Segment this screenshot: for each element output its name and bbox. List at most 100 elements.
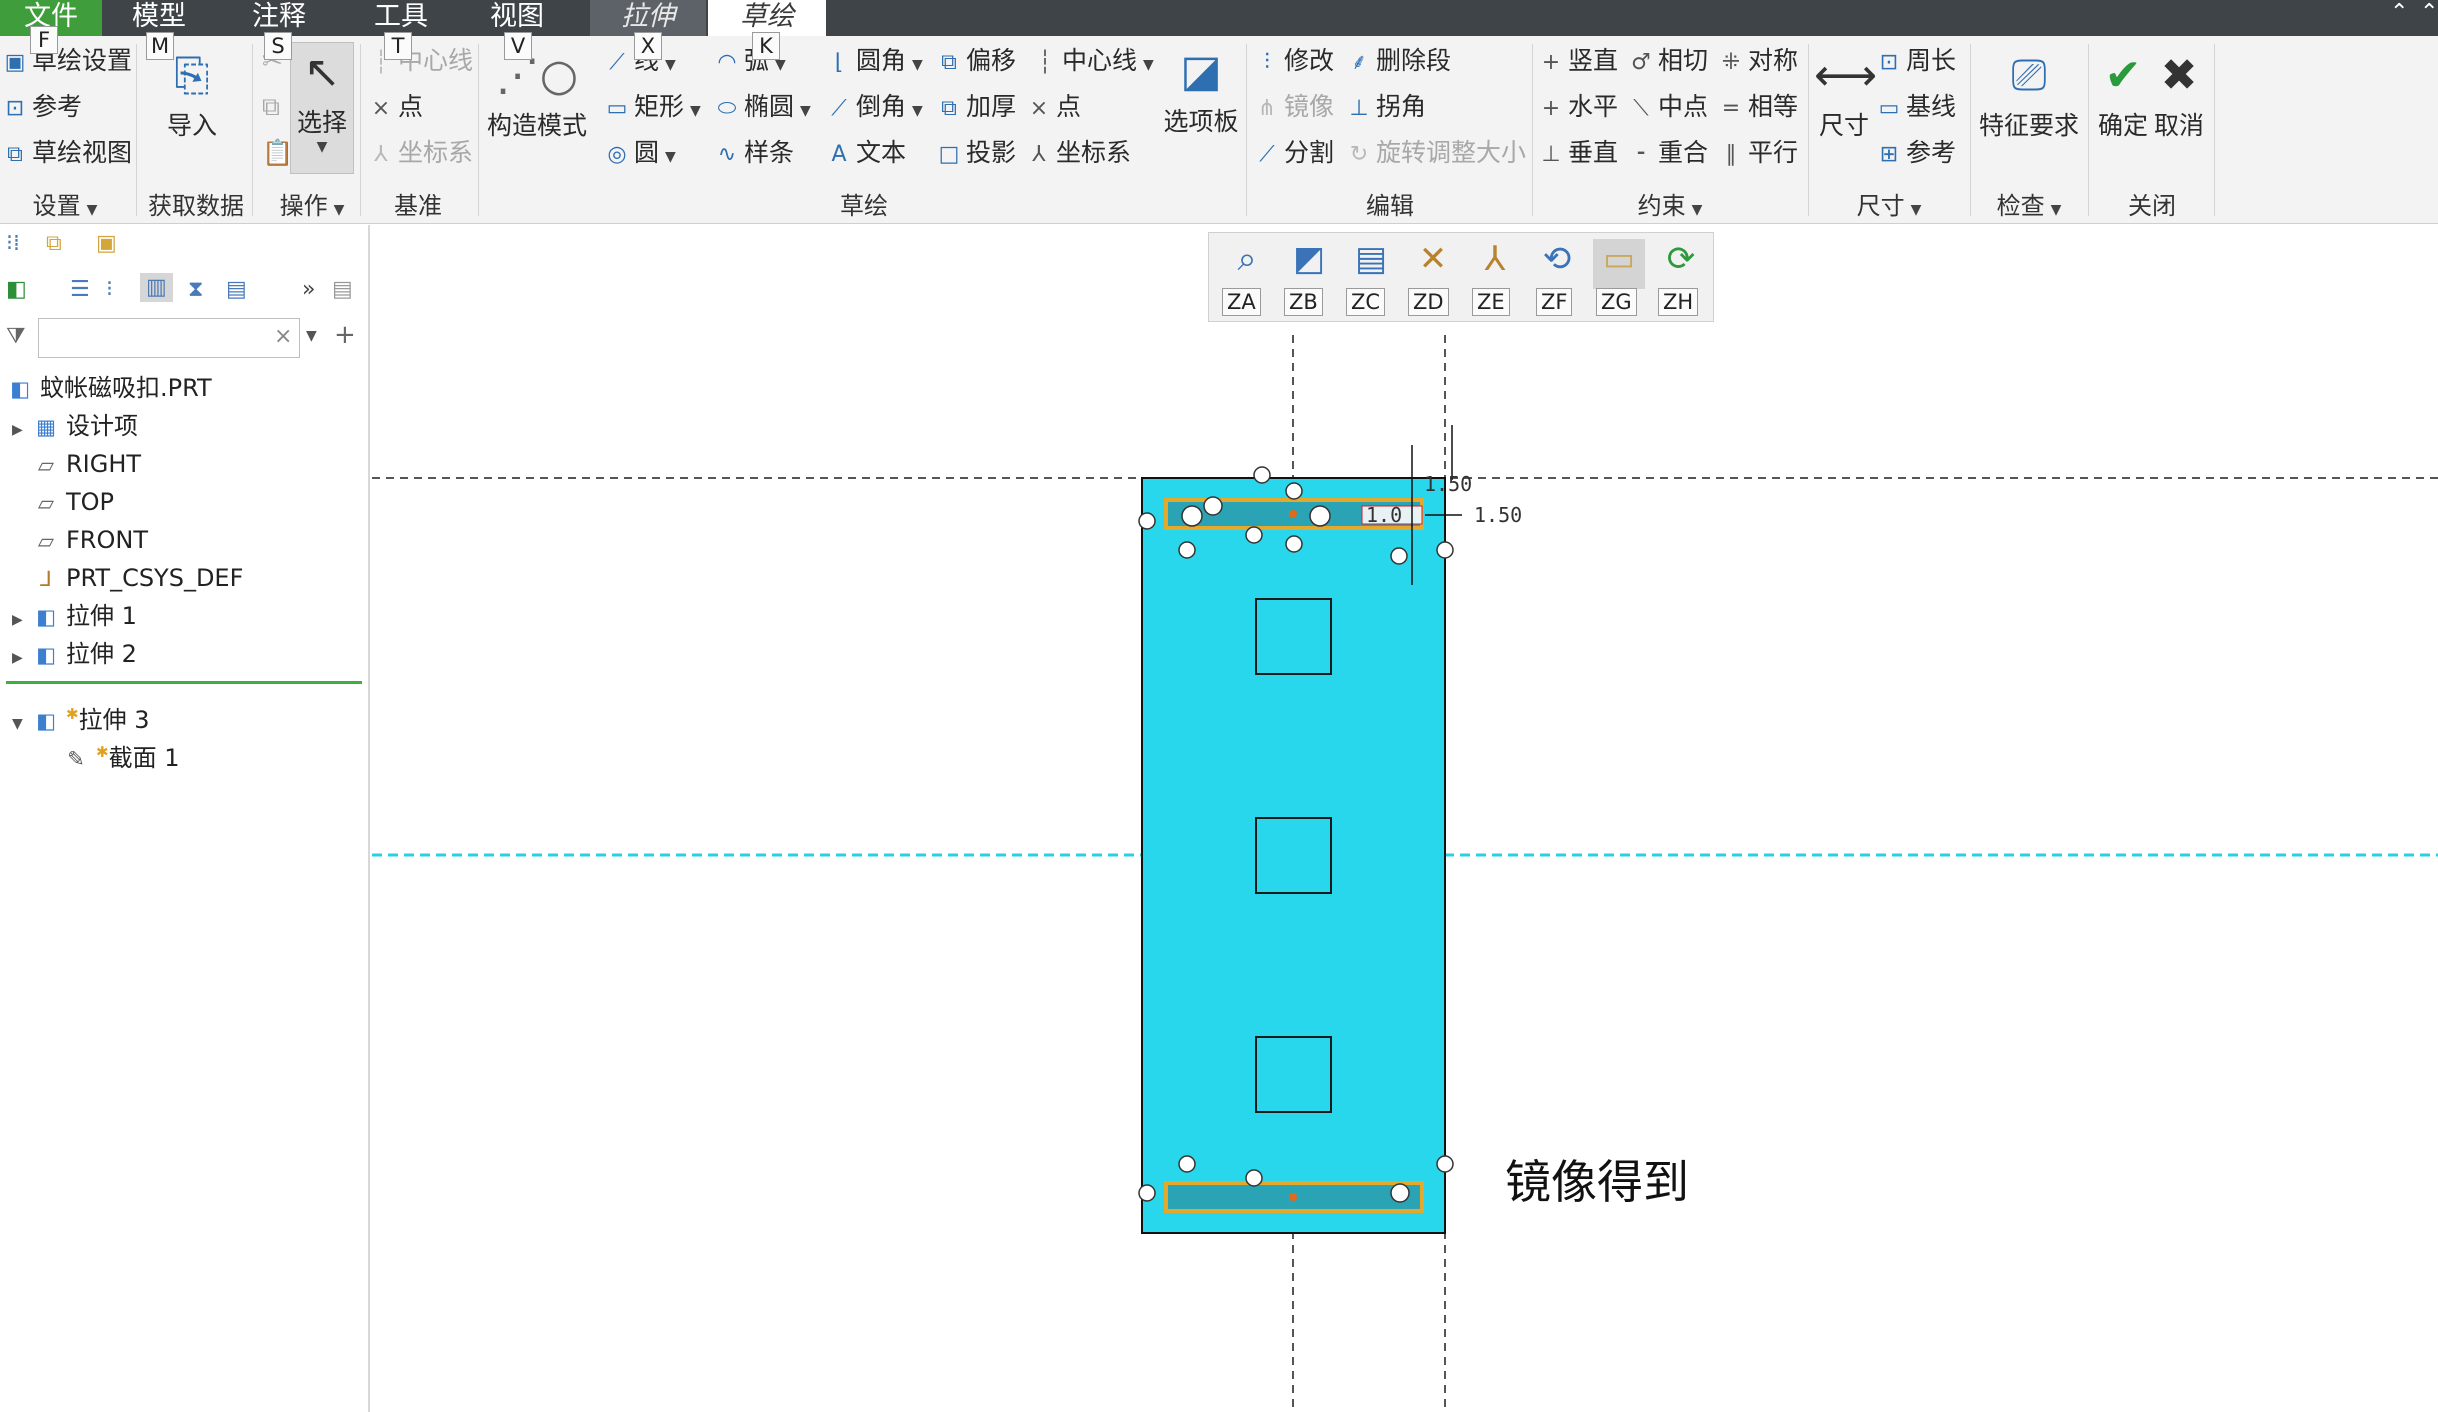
palette-button[interactable]: ◪ 选项板 <box>1160 42 1242 138</box>
saved-orientations-icon[interactable]: ◩ <box>1283 239 1335 289</box>
fillet-button[interactable]: ⌊ 圆角 ▼ <box>826 46 923 80</box>
insert-here-line[interactable] <box>6 681 362 684</box>
model-tree-tab-icon[interactable]: ⁝⁞ <box>6 231 20 256</box>
datum-display-icon[interactable]: ✕ <box>1407 239 1459 289</box>
coincident-constraint-button[interactable]: ⁃ 重合 <box>1628 138 1709 170</box>
normal-dimension-button[interactable]: ⟷ 尺寸 <box>1814 46 1877 142</box>
model-display-icon[interactable]: ◧ <box>6 277 27 302</box>
constraint-symbol[interactable] <box>1390 1183 1410 1203</box>
sketch-csys-button[interactable]: ⅄ 坐标系 <box>1026 138 1131 170</box>
tab-view[interactable]: 视图 <box>470 0 564 36</box>
delete-segment-button[interactable]: ⸙ 删除段 <box>1346 46 1451 78</box>
tree-item-csys[interactable]: ⅃ PRT_CSYS_DEF <box>32 560 243 596</box>
sketcher-display-icon[interactable]: ▭ <box>1593 239 1645 289</box>
spline-button[interactable]: ∿ 样条 <box>714 138 794 170</box>
sketch-point[interactable] <box>1289 1193 1297 1201</box>
rectangle-button[interactable]: ▭ 矩形 ▼ <box>604 92 701 126</box>
tab-extrude[interactable]: 拉伸 <box>590 0 706 36</box>
tree-item-extrude-2[interactable]: ▶ ◧ 拉伸 2 <box>12 636 137 672</box>
construction-mode-button[interactable]: ⋰○ 构造模式 <box>486 46 588 142</box>
modify-button[interactable]: ⫶ 修改 <box>1254 46 1334 78</box>
add-filter-icon[interactable]: + <box>334 320 356 350</box>
tree-item-top-plane[interactable]: ▱ TOP <box>32 484 114 520</box>
more-icon[interactable]: » <box>302 277 315 302</box>
ok-button[interactable]: ✔ 确定 <box>2094 46 2152 142</box>
group-setup-label[interactable]: 设置 ▼ <box>0 186 130 221</box>
constraint-symbol[interactable] <box>1253 466 1271 484</box>
display-style-icon[interactable]: ▤ <box>1345 239 1397 289</box>
tangent-constraint-button[interactable]: ♂ 相切 <box>1628 46 1708 78</box>
tree-detail-icon[interactable]: ⁝ <box>106 277 113 302</box>
part-body[interactable] <box>1141 477 1446 1234</box>
constraint-symbol[interactable] <box>1181 505 1203 527</box>
datum-point-button[interactable]: × 点 <box>368 92 423 124</box>
folder-browser-icon[interactable]: ⧉ <box>46 231 62 256</box>
constraint-symbol[interactable] <box>1285 482 1303 500</box>
constraint-symbol[interactable] <box>1178 1155 1196 1173</box>
tree-root-part[interactable]: ◧ 蚊帐磁吸扣.PRT <box>6 370 212 406</box>
collapse-arrow-icon[interactable]: ▼ <box>12 706 32 742</box>
parallel-constraint-button[interactable]: ∥ 平行 <box>1718 138 1799 170</box>
sketcher-constraints-icon[interactable]: ⟳ <box>1655 239 1707 289</box>
midpoint-constraint-button[interactable]: ⟍ 中点 <box>1628 92 1708 124</box>
sketch-centerline-button[interactable]: ┆ 中心线 ▼ <box>1032 46 1153 80</box>
help-icon[interactable]: ⌃ <box>2420 0 2438 25</box>
expand-arrow-icon[interactable]: ▶ <box>12 640 32 676</box>
paste-icon[interactable]: 📋 <box>262 138 293 168</box>
thicken-button[interactable]: ⧉ 加厚 <box>936 92 1016 124</box>
tab-annotate[interactable]: 注释 <box>232 0 326 36</box>
dimension-edit-text[interactable]: 1.0 <box>1366 503 1402 527</box>
constraint-symbol[interactable] <box>1203 496 1223 516</box>
tree-list-icon[interactable]: ☰ <box>70 277 90 302</box>
sketch-area[interactable]: 1.0 1.50 1.50 <box>372 225 2438 1412</box>
sketch-point-button[interactable]: × 点 <box>1026 92 1081 124</box>
constraint-symbol[interactable] <box>1178 541 1196 559</box>
constraint-symbol[interactable] <box>1285 535 1303 553</box>
corner-button[interactable]: ⊥ 拐角 <box>1346 92 1426 124</box>
constraint-symbol[interactable] <box>1245 1169 1263 1187</box>
group-dimension-label[interactable]: 尺寸 ▼ <box>1814 186 1964 221</box>
tree-item-extrude-1[interactable]: ▶ ◧ 拉伸 1 <box>12 598 137 634</box>
expand-arrow-icon[interactable]: ▶ <box>12 602 32 638</box>
expand-arrow-icon[interactable]: ▶ <box>12 412 32 448</box>
tree-columns-icon[interactable]: ▥ <box>140 273 173 302</box>
reference-dimension-button[interactable]: ⊞ 参考 <box>1876 138 1956 170</box>
offset-button[interactable]: ⧉ 偏移 <box>936 46 1016 78</box>
perpendicular-constraint-button[interactable]: ⊥ 垂直 <box>1538 138 1618 170</box>
tab-tools[interactable]: 工具 <box>354 0 448 36</box>
constraint-symbol[interactable] <box>1138 512 1156 530</box>
tree-item-section-1[interactable]: ✎ ✱截面 1 <box>62 734 179 772</box>
cancel-button[interactable]: ✖ 取消 <box>2150 46 2208 142</box>
baseline-button[interactable]: ▭ 基线 <box>1876 92 1956 124</box>
sketch-view-button[interactable]: ⧉ 草绘视图 <box>2 138 132 170</box>
project-button[interactable]: □ 投影 <box>936 138 1016 170</box>
constraint-symbol[interactable] <box>1390 547 1408 565</box>
mirror-button[interactable]: ⋔ 镜像 <box>1254 92 1334 124</box>
feature-requirements-button[interactable]: ⎚ 特征要求 <box>1976 46 2082 142</box>
tree-item-front-plane[interactable]: ▱ FRONT <box>32 522 148 558</box>
horizontal-constraint-button[interactable]: + 水平 <box>1538 92 1618 124</box>
group-constrain-label[interactable]: 约束 ▼ <box>1540 186 1800 221</box>
rotate-resize-button[interactable]: ↻ 旋转调整大小 <box>1346 138 1526 170</box>
tree-item-right-plane[interactable]: ▱ RIGHT <box>32 446 141 482</box>
tree-item-design-items[interactable]: ▶ ▦ 设计项 <box>12 408 138 444</box>
sketch-view-icon[interactable]: ⟲ <box>1531 239 1583 289</box>
datum-csys-button[interactable]: ⅄ 坐标系 <box>368 138 473 170</box>
vertical-constraint-button[interactable]: + 竖直 <box>1538 46 1618 78</box>
group-inspect-label[interactable]: 检查 ▼ <box>1976 186 2082 221</box>
notes-icon[interactable]: ▤ <box>332 277 353 302</box>
text-button[interactable]: A 文本 <box>826 138 906 170</box>
csys-display-icon[interactable]: ⅄ <box>1469 239 1521 289</box>
clear-search-icon[interactable]: × <box>274 324 292 349</box>
import-button[interactable]: ⎘ 导入 <box>150 46 234 142</box>
copy-icon[interactable]: ⧉ <box>262 92 280 122</box>
graphics-window[interactable]: 1.0 1.50 1.50 <box>372 225 2438 1412</box>
divide-button[interactable]: ⟋ 分割 <box>1254 138 1334 170</box>
tab-sketch[interactable]: 草绘 <box>708 0 826 36</box>
tree-filter-icon[interactable]: ⧗ <box>188 277 203 302</box>
dimension-label[interactable]: 1.50 <box>1474 503 1522 527</box>
equal-constraint-button[interactable]: = 相等 <box>1718 92 1798 124</box>
constraint-symbol[interactable] <box>1138 1184 1156 1202</box>
ellipse-button[interactable]: ⬭ 椭圆 ▼ <box>714 92 811 126</box>
constraint-symbol[interactable] <box>1436 1155 1454 1173</box>
